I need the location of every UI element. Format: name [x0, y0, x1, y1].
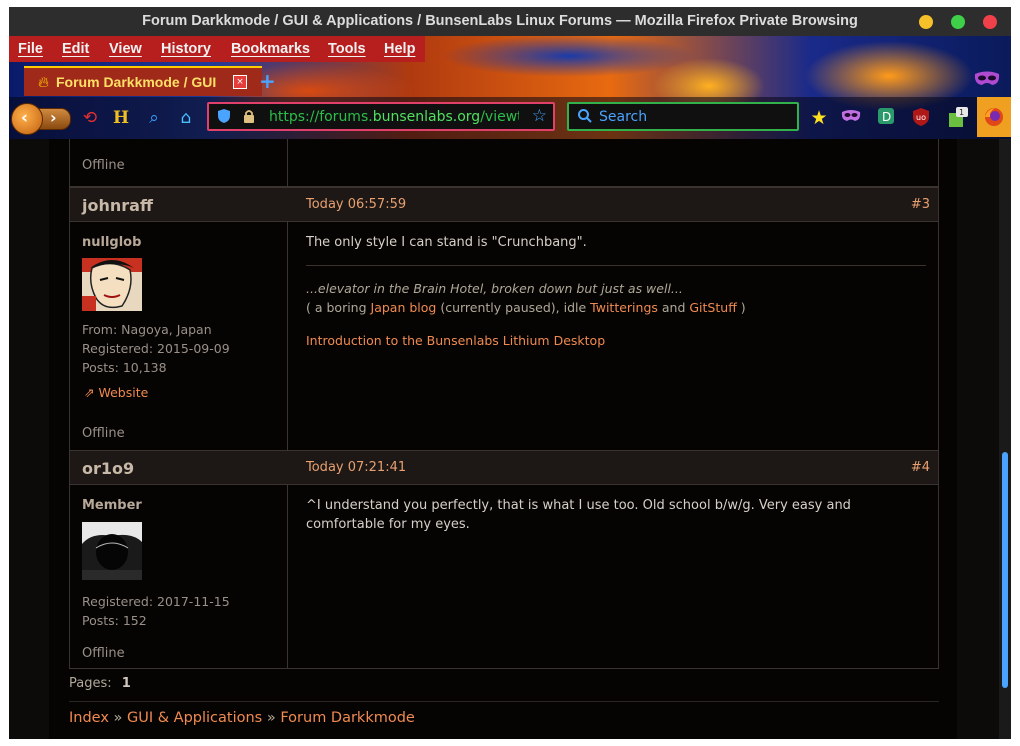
breadcrumb: Index » GUI & Applications » Forum Darkk… — [69, 710, 415, 726]
menu-view[interactable]: View — [109, 36, 142, 62]
search-bar[interactable]: Search — [567, 102, 799, 131]
menu-help[interactable]: Help — [384, 36, 415, 62]
ublock-icon[interactable]: uo — [910, 107, 932, 129]
post-4: or1o9 Today 07:21:41 #4 Member Registere… — [69, 450, 939, 669]
external-link-icon: ⇗ — [84, 385, 95, 400]
twitterings-link[interactable]: Twitterings — [590, 300, 658, 315]
puzzle-icon[interactable]: 1 — [946, 107, 968, 129]
url-text[interactable]: https://forums.bunsenlabs.org/viewtopic.… — [269, 109, 519, 125]
h-icon[interactable]: H — [110, 107, 132, 129]
url-bar[interactable]: https://forums.bunsenlabs.org/viewtopic.… — [207, 102, 555, 131]
menu-edit[interactable]: Edit — [62, 36, 89, 62]
pages-label: Pages: — [69, 676, 112, 691]
forum-content: Offline johnraff Today 06:57:59 #3 nullg… — [49, 139, 957, 739]
author-post-count: Posts: 10,138 — [82, 360, 167, 375]
current-page: 1 — [121, 676, 131, 691]
vertical-scrollbar[interactable] — [999, 139, 1011, 739]
post-author-column — [70, 188, 288, 450]
new-tab-button[interactable]: + — [259, 69, 276, 93]
magnifier-icon[interactable]: ⌕ — [143, 107, 165, 129]
scrollbar-thumb[interactable] — [1002, 452, 1008, 688]
maximize-button[interactable] — [951, 15, 965, 29]
forward-icon: › — [50, 108, 57, 127]
author-name[interactable]: or1o9 — [82, 459, 134, 478]
page-viewport: Offline johnraff Today 06:57:59 #3 nullg… — [9, 139, 1011, 739]
back-button[interactable]: ‹ — [11, 103, 43, 135]
tab-forum-darkkmode[interactable]: 🔥︎ Forum Darkkmode / GUI × — [24, 66, 262, 96]
post-number-link[interactable]: #3 — [911, 197, 930, 212]
browser-window: Forum Darkkmode / GUI & Applications / B… — [9, 7, 1011, 739]
author-location: From: Nagoya, Japan — [82, 322, 212, 337]
menu-tools[interactable]: Tools — [328, 36, 366, 62]
bookmark-star-outline-icon[interactable]: ☆ — [532, 106, 547, 126]
forward-button[interactable]: › — [39, 108, 71, 130]
post-time-link[interactable]: Today 06:57:59 — [306, 197, 406, 212]
shield-icon[interactable] — [217, 108, 231, 128]
svg-text:uo: uo — [916, 113, 926, 122]
signature-line2: ( a boring Japan blog (currently paused)… — [306, 300, 746, 315]
breadcrumb-separator: » — [266, 710, 276, 726]
breadcrumb-separator: » — [113, 710, 123, 726]
home-icon[interactable]: ⌂ — [175, 107, 197, 129]
website-link[interactable]: ⇗ Website — [84, 385, 148, 400]
author-registered: Registered: 2015-09-09 — [82, 341, 230, 356]
author-post-count: Posts: 152 — [82, 613, 147, 628]
post-number-link[interactable]: #4 — [911, 460, 930, 475]
breadcrumb-topic[interactable]: Forum Darkkmode — [280, 710, 415, 726]
title-bar: Forum Darkkmode / GUI & Applications / B… — [9, 7, 1011, 36]
tab-label: Forum Darkkmode / GUI — [56, 74, 217, 90]
japan-blog-link[interactable]: Japan blog — [371, 300, 437, 315]
author-status: Offline — [82, 646, 125, 661]
search-placeholder: Search — [599, 109, 648, 125]
svg-text:D: D — [882, 110, 891, 124]
signature-line1: ...elevator in the Brain Hotel, broken d… — [306, 281, 683, 296]
post-3: johnraff Today 06:57:59 #3 nullglob From… — [69, 187, 939, 451]
author-rank: nullglob — [82, 235, 142, 250]
lithium-desktop-link[interactable]: Introduction to the Bunsenlabs Lithium D… — [306, 331, 866, 350]
post-time-link[interactable]: Today 07:21:41 — [306, 460, 406, 475]
star-icon[interactable]: ★ — [808, 107, 830, 129]
back-icon: ‹ — [21, 108, 29, 128]
badge-count: 1 — [959, 108, 964, 117]
pagination: Pages: 1 — [69, 676, 131, 691]
breadcrumb-gui-applications[interactable]: GUI & Applications — [127, 710, 262, 726]
private-mask-icon — [973, 70, 1001, 88]
signature-divider — [306, 265, 926, 266]
tab-close-icon[interactable]: × — [233, 75, 247, 89]
post-header: johnraff Today 06:57:59 #3 — [70, 188, 938, 222]
window-title: Forum Darkkmode / GUI & Applications / B… — [142, 13, 858, 29]
author-rank: Member — [82, 498, 142, 513]
post-message: ^I understand you perfectly, that is wha… — [306, 498, 851, 532]
flame-favicon-icon: 🔥︎ — [38, 73, 50, 91]
avatar — [82, 258, 142, 311]
back-forward-group: › ‹ — [11, 103, 71, 135]
author-name[interactable]: johnraff — [82, 196, 153, 215]
author-status: Offline — [82, 426, 125, 441]
gitstuff-link[interactable]: GitStuff — [689, 300, 736, 315]
firefox-icon — [985, 108, 1003, 126]
redirect-icon[interactable]: ⟲ — [79, 107, 101, 129]
mask-icon[interactable] — [840, 107, 862, 129]
search-icon — [577, 108, 593, 128]
post-header: or1o9 Today 07:21:41 #4 — [70, 451, 938, 485]
menu-history[interactable]: History — [161, 36, 211, 62]
menu-file[interactable]: File — [18, 36, 43, 62]
avatar — [82, 522, 142, 580]
menu-bookmarks[interactable]: Bookmarks — [231, 36, 310, 62]
footer-divider — [69, 701, 939, 702]
breadcrumb-index[interactable]: Index — [69, 710, 109, 726]
download-icon[interactable]: D — [875, 107, 897, 129]
author-registered: Registered: 2017-11-15 — [82, 594, 230, 609]
minimize-button[interactable] — [919, 15, 933, 29]
post-previous-tail: Offline — [69, 139, 939, 187]
firefox-menu-button[interactable] — [977, 97, 1011, 137]
author-status: Offline — [82, 158, 125, 173]
close-window-button[interactable] — [983, 15, 997, 29]
lock-icon[interactable] — [243, 109, 255, 128]
post-message: The only style I can stand is "Crunchban… — [306, 235, 587, 250]
